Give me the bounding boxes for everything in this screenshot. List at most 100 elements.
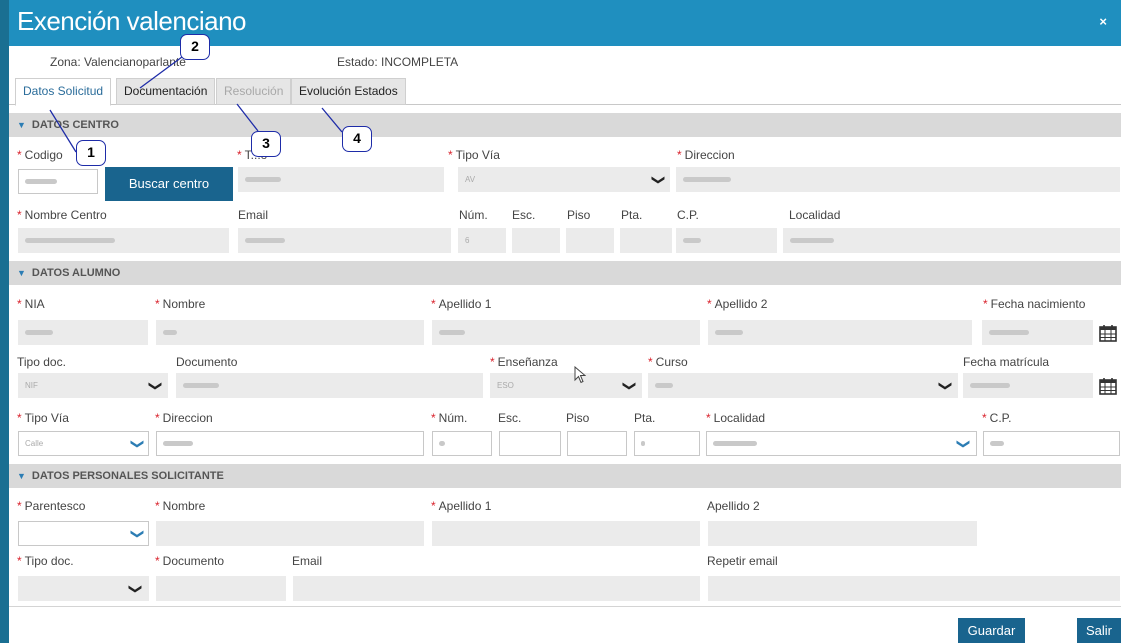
localidad-alumno-select[interactable] (706, 431, 977, 456)
label-num-centro: Núm. (459, 208, 488, 222)
left-accent-bar (0, 0, 9, 643)
label-esc-alumno: Esc. (498, 411, 522, 425)
label-tipo-doc-solicitante: * Tipo doc. (17, 554, 74, 568)
pta-centro-field (620, 228, 672, 253)
section-title: DATOS ALUMNO (31, 267, 121, 279)
window-titlebar: Exención valenciano × (9, 0, 1121, 46)
callout-3: 3 (251, 131, 281, 157)
label-nombre-solicitante: * Nombre (155, 499, 206, 513)
piso-centro-field (566, 228, 614, 253)
tab-documentacion[interactable]: Documentación (116, 78, 216, 105)
email-solicitante-field[interactable] (293, 576, 700, 601)
calendar-icon[interactable] (1099, 377, 1117, 395)
cp-alumno-input[interactable] (983, 431, 1120, 456)
label-localidad-alumno: * Localidad (706, 411, 766, 425)
apellido1-alumno-field (432, 320, 700, 345)
label-esc-centro: Esc. (512, 208, 536, 222)
num-centro-field: 6 (458, 228, 506, 253)
label-cp-alumno: * C.P. (982, 411, 1012, 425)
tab-evolucion-estados[interactable]: Evolución Estados (291, 78, 406, 105)
label-documento-alumno: Documento (176, 355, 238, 369)
calendar-icon[interactable] (1099, 324, 1117, 342)
callout-4: 4 (342, 126, 372, 152)
nombre-centro-field (18, 228, 229, 253)
email-centro-field (238, 228, 451, 253)
label-direccion-alumno: * Direccion (155, 411, 213, 425)
label-repetir-email: Repetir email (707, 554, 778, 568)
chevron-down-icon[interactable]: ❯ (129, 529, 145, 540)
section-datos-solicitante[interactable]: ▼ DATOS PERSONALES SOLICITANTE (9, 464, 1121, 488)
label-pta-centro: Pta. (621, 208, 643, 222)
label-tipo-doc-alumno: Tipo doc. (17, 355, 66, 369)
codigo-input[interactable] (18, 169, 98, 194)
tipo-doc-alumno-select[interactable]: NIF (18, 373, 168, 398)
label-direccion: * Direccion (677, 148, 735, 162)
documento-solicitante-field[interactable] (156, 576, 286, 601)
label-localidad-centro: Localidad (789, 208, 841, 222)
section-datos-alumno[interactable]: ▼ DATOS ALUMNO (9, 261, 1121, 285)
close-icon[interactable]: × (1099, 14, 1107, 29)
tab-resolucion[interactable]: Resolución (216, 78, 292, 105)
label-num-alumno: * Núm. (431, 411, 468, 425)
cp-centro-field (676, 228, 777, 253)
nia-field (18, 320, 148, 345)
label-piso-centro: Piso (567, 208, 591, 222)
zona-text: Zona: Valencianoparlante (50, 55, 186, 69)
apellido2-alumno-field (708, 320, 972, 345)
chevron-down-icon[interactable]: ❯ (621, 381, 637, 392)
tipo-via-select[interactable]: AV (458, 167, 670, 192)
callout-2: 2 (180, 34, 210, 60)
mouse-cursor-icon (574, 366, 586, 384)
label-piso-alumno: Piso (566, 411, 590, 425)
label-parentesco: * Parentesco (17, 499, 86, 513)
fecha-matricula-field[interactable] (963, 373, 1093, 398)
documento-alumno-field (176, 373, 483, 398)
chevron-down-icon[interactable]: ❯ (650, 175, 666, 186)
label-nia: * NIA (17, 297, 45, 311)
ensenanza-select[interactable]: ESO (490, 373, 642, 398)
localidad-centro-field (783, 228, 1120, 253)
label-curso: * Curso (648, 355, 688, 369)
fecha-nacimiento-field[interactable] (982, 320, 1093, 345)
esc-alumno-input[interactable] (499, 431, 561, 456)
label-tipo-via: * Tipo Vía (448, 148, 500, 162)
chevron-down-icon: ▼ (17, 471, 26, 481)
label-pta-alumno: Pta. (634, 411, 656, 425)
label-tipo-via-alumno: * Tipo Vía (17, 411, 69, 425)
esc-centro-field (512, 228, 560, 253)
num-alumno-input[interactable] (432, 431, 492, 456)
section-title: DATOS CENTRO (31, 119, 119, 131)
apellido2-solicitante-field[interactable] (708, 521, 977, 546)
direccion-centro-field (676, 167, 1120, 192)
tipo-centro-field (238, 167, 444, 192)
chevron-down-icon[interactable]: ❯ (937, 381, 953, 392)
nombre-solicitante-field[interactable] (156, 521, 424, 546)
callout-1: 1 (76, 140, 106, 166)
chevron-down-icon[interactable]: ❯ (147, 381, 163, 392)
label-documento-solicitante: * Documento (155, 554, 225, 568)
chevron-down-icon[interactable]: ❯ (129, 439, 145, 450)
repetir-email-field[interactable] (708, 576, 1120, 601)
label-apellido2-alumno: * Apellido 2 (707, 297, 768, 311)
pta-alumno-input[interactable] (634, 431, 700, 456)
curso-select[interactable] (648, 373, 958, 398)
label-cp-centro: C.P. (677, 208, 699, 222)
chevron-down-icon: ▼ (17, 268, 26, 278)
direccion-alumno-input[interactable] (156, 431, 424, 456)
chevron-down-icon[interactable]: ❯ (955, 439, 971, 450)
label-nombre-centro: * Nombre Centro (17, 208, 107, 222)
guardar-button[interactable]: Guardar (958, 618, 1025, 643)
section-datos-centro[interactable]: ▼ DATOS CENTRO (9, 113, 1121, 137)
label-apellido1-alumno: * Apellido 1 (431, 297, 492, 311)
piso-alumno-input[interactable] (567, 431, 627, 456)
label-apellido2-solicitante: Apellido 2 (707, 499, 760, 513)
chevron-down-icon[interactable]: ❯ (127, 584, 143, 595)
section-title: DATOS PERSONALES SOLICITANTE (31, 470, 224, 482)
label-apellido1-solicitante: * Apellido 1 (431, 499, 492, 513)
label-ensenanza: * Enseñanza (490, 355, 558, 369)
salir-button[interactable]: Salir (1077, 618, 1121, 643)
tab-datos-solicitud[interactable]: Datos Solicitud (15, 78, 112, 106)
buscar-centro-button[interactable]: Buscar centro (105, 167, 233, 201)
apellido1-solicitante-field[interactable] (432, 521, 700, 546)
chevron-down-icon: ▼ (17, 120, 26, 130)
